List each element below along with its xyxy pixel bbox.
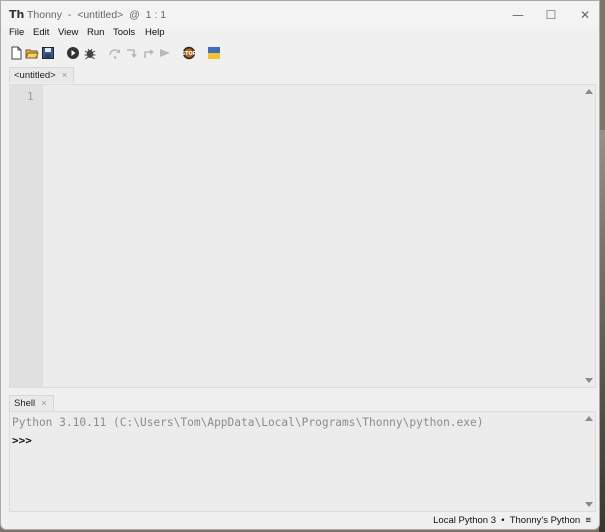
close-window-button[interactable]: ✕ — [570, 5, 599, 25]
shell-scrollbar[interactable] — [584, 412, 595, 511]
menu-help[interactable]: Help — [145, 27, 165, 38]
run-icon[interactable] — [66, 46, 80, 60]
python-flag-icon[interactable] — [207, 46, 221, 60]
menu-file[interactable]: File — [9, 27, 24, 38]
code-editor[interactable]: 1 — [9, 84, 596, 388]
shell-tab-bar: Shell × — [1, 394, 599, 411]
tab-label: Shell — [14, 398, 36, 409]
menu-edit[interactable]: Edit — [33, 27, 49, 38]
menu-bar: File Edit View Run Tools Help — [1, 27, 599, 41]
editor-scrollbar[interactable] — [584, 85, 595, 387]
tab-label: <untitled> — [14, 70, 56, 81]
toolbar: STOP — [1, 43, 599, 65]
save-icon[interactable] — [41, 46, 55, 60]
svg-text:STOP: STOP — [182, 51, 196, 57]
shell-prompt[interactable]: >>> — [12, 434, 32, 447]
tab-shell[interactable]: Shell × — [9, 395, 54, 411]
interpreter-selector[interactable]: Local Python 3 • Thonny's Python ≡ — [433, 515, 591, 526]
maximize-button[interactable]: ☐ — [536, 5, 566, 25]
shell-panel[interactable]: Python 3.10.11 (C:\Users\Tom\AppData\Loc… — [9, 411, 596, 512]
resume-icon[interactable] — [158, 46, 172, 60]
title-bar[interactable]: Th Thonny - <untitled> @ 1 : 1 — ☐ ✕ — [1, 1, 599, 29]
line-number: 1 — [27, 90, 34, 103]
scroll-up-icon[interactable] — [585, 416, 593, 421]
menu-view[interactable]: View — [58, 27, 78, 38]
scroll-down-icon[interactable] — [585, 502, 593, 507]
minimize-button[interactable]: — — [503, 5, 533, 25]
thonny-app-icon: Th — [9, 8, 25, 21]
scroll-up-icon[interactable] — [585, 89, 593, 94]
menu-run[interactable]: Run — [87, 27, 104, 38]
scroll-down-icon[interactable] — [585, 378, 593, 383]
tab-untitled[interactable]: <untitled> × — [9, 67, 75, 83]
line-number-gutter: 1 — [10, 85, 43, 387]
tab-close-icon[interactable]: × — [62, 70, 68, 81]
debug-icon[interactable] — [83, 46, 97, 60]
window-title: Thonny - <untitled> @ 1 : 1 — [27, 9, 167, 21]
step-over-icon[interactable] — [108, 46, 122, 60]
step-out-icon[interactable] — [142, 46, 156, 60]
shell-banner: Python 3.10.11 (C:\Users\Tom\AppData\Loc… — [12, 416, 484, 429]
status-bar: Local Python 3 • Thonny's Python ≡ — [1, 512, 599, 529]
tab-close-icon[interactable]: × — [41, 398, 47, 409]
step-into-icon[interactable] — [125, 46, 139, 60]
new-file-icon[interactable] — [9, 46, 23, 60]
stop-icon[interactable]: STOP — [182, 46, 196, 60]
editor-tab-bar: <untitled> × — [1, 66, 599, 83]
thonny-window: Th Thonny - <untitled> @ 1 : 1 — ☐ ✕ Fil… — [0, 0, 600, 530]
menu-tools[interactable]: Tools — [113, 27, 135, 38]
open-file-icon[interactable] — [25, 46, 39, 60]
